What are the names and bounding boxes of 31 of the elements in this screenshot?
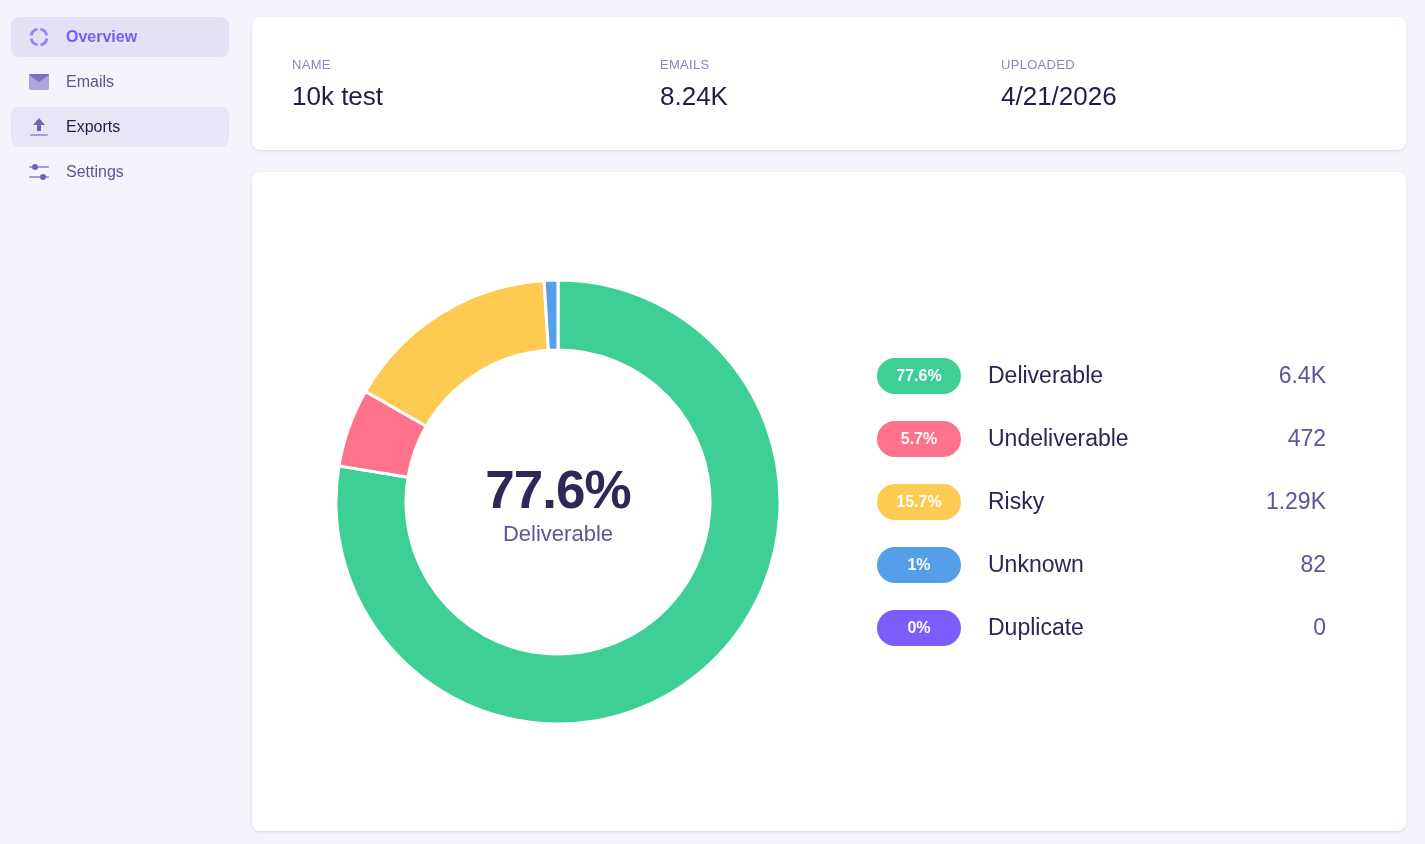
sidebar-item[interactable]: Emails [11,62,229,102]
field-label: UPLOADED [1001,57,1075,73]
center-label: Deliverable [502,519,614,548]
legend-count: 1.29K [1265,487,1326,517]
center-percentage: 77.6% [485,459,631,520]
field-label: NAME [292,57,331,73]
legend-count: 82 [1300,550,1326,580]
legend-label: Duplicate [988,613,1084,643]
legend-count: 6.4K [1278,361,1326,391]
legend-label: Unknown [988,550,1084,580]
upload-icon [28,116,50,138]
percentage-pill: 15.7% [877,483,961,520]
ring-icon [28,26,50,48]
field-value: 4/21/2026 [1001,80,1117,113]
percentage-pill: 77.6% [877,357,961,394]
legend-label: Undeliverable [988,424,1129,454]
field-value: 10k test [292,80,384,113]
legend-count: 0 [1313,613,1326,643]
sidebar-item[interactable]: Exports [11,107,229,147]
legend-count: 472 [1287,424,1326,454]
legend-label: Deliverable [988,361,1104,391]
sidebar-item[interactable]: Overview [11,17,229,57]
sliders-icon [28,161,50,183]
field-label: EMAILS [660,57,710,73]
envelope-icon [28,71,50,93]
field-value: 8.24K [660,80,728,113]
percentage-pill: 1% [877,546,961,583]
percentage-pill: 5.7% [877,420,961,457]
legend-label: Risky [988,487,1045,517]
percentage-pill: 0% [877,609,961,646]
sidebar-item[interactable]: Settings [11,152,229,192]
